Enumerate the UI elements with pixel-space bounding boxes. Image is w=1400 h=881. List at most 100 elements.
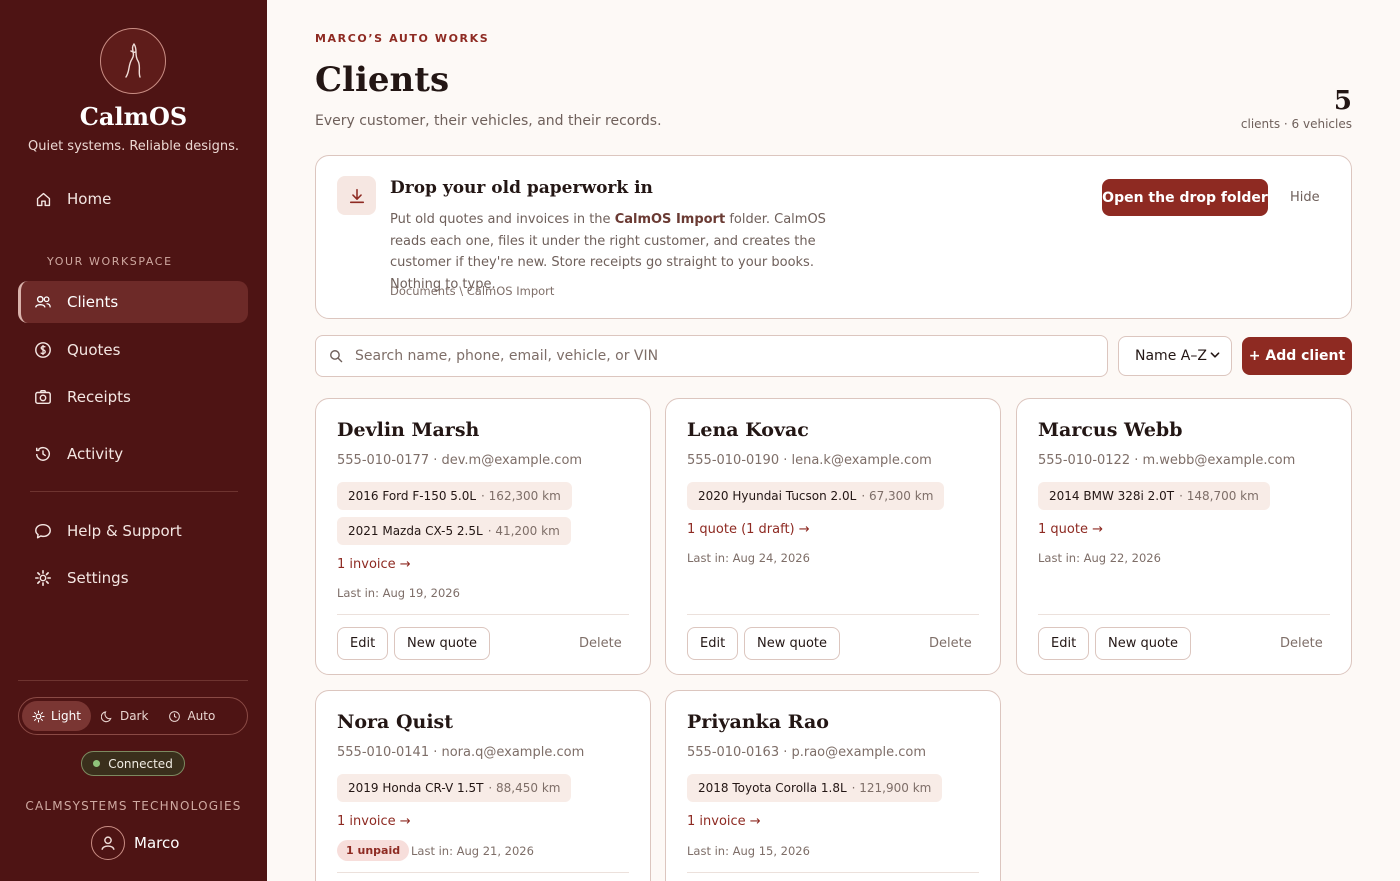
vehicle-chip[interactable]: 2016 Ford F-150 5.0L · 162,300 km bbox=[337, 482, 572, 510]
vehicle-chip[interactable]: 2019 Honda CR-V 1.5T · 88,450 km bbox=[337, 774, 572, 802]
nav-home[interactable]: Home bbox=[18, 178, 248, 220]
client-records-link[interactable]: 1 invoice → bbox=[337, 814, 411, 829]
page-title: Clients bbox=[315, 60, 450, 100]
sidebar-divider bbox=[18, 680, 248, 681]
card-divider bbox=[337, 872, 629, 873]
nav-activity[interactable]: Activity bbox=[18, 433, 248, 475]
delete-client-button[interactable]: Delete bbox=[929, 636, 972, 651]
nav-help-label: Help & Support bbox=[67, 522, 182, 540]
vehicle-chip[interactable]: 2018 Toyota Corolla 1.8L · 121,900 km bbox=[687, 774, 943, 802]
sort-value: Name A–Z bbox=[1135, 348, 1207, 364]
import-folder-name: CalmOS Import bbox=[614, 212, 726, 227]
edit-client-button[interactable]: Edit bbox=[687, 627, 739, 660]
import-folder-path: Documents \ CalmOS Import bbox=[390, 284, 555, 298]
company-name: CALMSYSTEMS TECHNOLOGIES bbox=[25, 799, 242, 813]
add-client-button[interactable]: + Add client bbox=[1242, 337, 1352, 375]
vehicle-chip[interactable]: 2014 BMW 328i 2.0T · 148,700 km bbox=[1038, 482, 1270, 510]
card-divider bbox=[687, 614, 979, 615]
sun-icon bbox=[32, 709, 45, 723]
connection-status-label: Connected bbox=[108, 756, 173, 771]
vehicle-chip[interactable]: 2021 Mazda CX-5 2.5L · 41,200 km bbox=[337, 517, 571, 545]
workspace-section-label: YOUR WORKSPACE bbox=[47, 255, 173, 268]
delete-client-button[interactable]: Delete bbox=[1280, 636, 1323, 651]
client-records-link[interactable]: 1 quote → bbox=[1038, 522, 1103, 537]
client-count: 5 bbox=[1333, 86, 1352, 116]
camera-icon bbox=[34, 388, 52, 406]
user-avatar[interactable] bbox=[91, 826, 125, 860]
nav-quotes[interactable]: Quotes bbox=[18, 329, 248, 371]
home-icon bbox=[34, 190, 52, 208]
pen-nib-icon bbox=[125, 43, 141, 78]
client-records-link[interactable]: 1 invoice → bbox=[687, 814, 761, 829]
brand-name: CalmOS bbox=[79, 102, 188, 131]
new-quote-button[interactable]: New quote bbox=[744, 627, 841, 660]
new-quote-button[interactable]: New quote bbox=[1095, 627, 1192, 660]
import-banner-text: Put old quotes and invoices in the CalmO… bbox=[390, 212, 826, 292]
user-name[interactable]: Marco bbox=[134, 834, 179, 852]
page-subtitle: Every customer, their vehicles, and thei… bbox=[315, 113, 662, 129]
card-divider bbox=[337, 614, 629, 615]
client-contact: 555-010-0177 · dev.m@example.com bbox=[337, 453, 583, 468]
brand-tagline: Quiet systems. Reliable designs. bbox=[27, 139, 239, 154]
hide-banner-button[interactable]: Hide bbox=[1290, 190, 1320, 205]
client-name[interactable]: Lena Kovac bbox=[687, 419, 809, 441]
client-last-visit: Last in: Aug 21, 2026 bbox=[411, 844, 534, 858]
client-name[interactable]: Nora Quist bbox=[337, 711, 453, 733]
nav-settings[interactable]: Settings bbox=[18, 557, 248, 599]
search-icon bbox=[330, 350, 343, 363]
edit-client-button[interactable]: Edit bbox=[1038, 627, 1090, 660]
import-banner: Drop your old paperwork in Put old quote… bbox=[315, 155, 1352, 319]
theme-switcher: Light Dark Auto bbox=[18, 697, 248, 735]
theme-auto-label: Auto bbox=[187, 709, 216, 723]
nav-receipts-label: Receipts bbox=[67, 388, 131, 406]
client-card: Devlin Marsh 555-010-0177 · dev.m@exampl… bbox=[315, 398, 651, 675]
unpaid-badge: 1 unpaid bbox=[337, 840, 410, 861]
theme-auto-option[interactable]: Auto bbox=[158, 701, 225, 731]
chevron-down-icon bbox=[1210, 352, 1220, 358]
open-drop-folder-button[interactable]: Open the drop folder bbox=[1102, 179, 1268, 216]
client-name[interactable]: Marcus Webb bbox=[1038, 419, 1183, 441]
client-card: Lena Kovac 555-010-0190 · lena.k@example… bbox=[665, 398, 1001, 675]
nav-help[interactable]: Help & Support bbox=[18, 510, 248, 552]
history-icon bbox=[34, 445, 52, 463]
nav-activity-label: Activity bbox=[67, 445, 124, 463]
sort-select[interactable]: Name A–Z bbox=[1118, 336, 1232, 376]
nav-receipts[interactable]: Receipts bbox=[18, 376, 248, 418]
client-card: Marcus Webb 555-010-0122 · m.webb@exampl… bbox=[1016, 398, 1352, 675]
client-last-visit: Last in: Aug 19, 2026 bbox=[337, 586, 460, 600]
connection-status-badge: Connected bbox=[81, 751, 185, 776]
theme-light-label: Light bbox=[51, 709, 81, 723]
sidebar-divider bbox=[30, 491, 238, 492]
brand-logo bbox=[100, 28, 166, 94]
new-quote-button[interactable]: New quote bbox=[394, 627, 491, 660]
nav-home-label: Home bbox=[67, 190, 112, 208]
client-search-input[interactable]: Search name, phone, email, vehicle, or V… bbox=[315, 335, 1108, 377]
users-icon bbox=[34, 293, 52, 311]
client-last-visit: Last in: Aug 15, 2026 bbox=[687, 844, 810, 858]
client-contact: 555-010-0190 · lena.k@example.com bbox=[687, 453, 932, 468]
import-banner-title: Drop your old paperwork in bbox=[390, 178, 653, 198]
client-contact: 555-010-0141 · nora.q@example.com bbox=[337, 745, 585, 760]
dollar-icon bbox=[34, 341, 52, 359]
nav-clients[interactable]: Clients bbox=[18, 281, 248, 323]
card-divider bbox=[687, 872, 979, 873]
client-name[interactable]: Priyanka Rao bbox=[687, 711, 829, 733]
search-placeholder: Search name, phone, email, vehicle, or V… bbox=[355, 348, 659, 364]
theme-light-option[interactable]: Light bbox=[22, 701, 91, 731]
client-records-link[interactable]: 1 quote (1 draft) → bbox=[687, 522, 810, 537]
client-name[interactable]: Devlin Marsh bbox=[337, 419, 479, 441]
clock-icon bbox=[169, 710, 181, 722]
vehicle-chip[interactable]: 2020 Hyundai Tucson 2.0L · 67,300 km bbox=[687, 482, 945, 510]
delete-client-button[interactable]: Delete bbox=[579, 636, 622, 651]
chat-bubble-icon bbox=[34, 522, 52, 540]
gear-icon bbox=[34, 569, 52, 587]
edit-client-button[interactable]: Edit bbox=[337, 627, 389, 660]
download-icon bbox=[337, 176, 376, 215]
user-icon bbox=[101, 836, 115, 850]
theme-dark-option[interactable]: Dark bbox=[91, 701, 158, 731]
nav-clients-label: Clients bbox=[67, 293, 119, 311]
client-last-visit: Last in: Aug 24, 2026 bbox=[687, 551, 810, 565]
client-card: Priyanka Rao 555-010-0163 · p.rao@exampl… bbox=[665, 690, 1001, 881]
client-records-link[interactable]: 1 invoice → bbox=[337, 557, 411, 572]
client-contact: 555-010-0122 · m.webb@example.com bbox=[1038, 453, 1296, 468]
